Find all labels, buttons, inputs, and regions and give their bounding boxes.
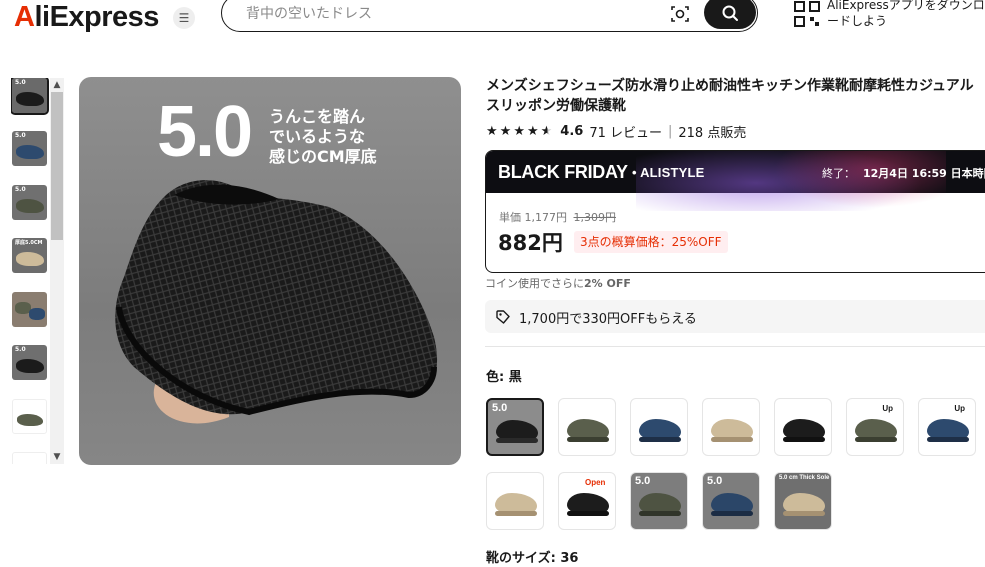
color-swatch-beige[interactable]	[702, 398, 760, 456]
color-swatch-olive[interactable]	[558, 398, 616, 456]
black-friday-promo: BLACK FRIDAY • ALISTYLE 終了： 12月4日 16:59 日…	[485, 150, 985, 273]
thumbnail-8[interactable]	[12, 452, 47, 464]
shoe-illustration	[115, 180, 438, 424]
shoe-sole	[711, 437, 753, 442]
shoe-sole	[855, 437, 897, 442]
rating-stars: ★ ★ ★ ★ ★	[486, 125, 552, 138]
color-swatch-navy[interactable]	[630, 398, 688, 456]
search-button[interactable]	[704, 0, 756, 29]
coupon-offer[interactable]: 1,700円で330円OFFもらえる	[485, 300, 985, 333]
coin-discount: コイン使用でさらに2% OFF	[485, 277, 631, 290]
bulk-discount-badge: 3点の概算価格：25%OFF	[574, 231, 728, 253]
color-label: 色: 黒	[486, 370, 522, 385]
shoe-sole	[639, 511, 681, 516]
unit-price: 単価 1,177円 1,309円	[499, 211, 616, 224]
thumbnail-label: 5.0	[15, 346, 26, 353]
shoe-sole	[496, 438, 538, 443]
thumbnail-label: 5.0	[15, 132, 26, 139]
shoe-sole	[495, 511, 537, 516]
thumbnail-label: 5.0	[15, 186, 26, 193]
divider	[485, 346, 985, 347]
star-icon: ★	[499, 123, 512, 139]
star-icon: ★	[526, 123, 539, 139]
thumbnail-6[interactable]: 5.0	[12, 345, 47, 380]
camera-search-icon[interactable]	[670, 4, 690, 24]
color-swatch-navy-up[interactable]: Up	[918, 398, 976, 456]
search-icon	[722, 5, 738, 21]
sold-count: 218 点販売	[678, 125, 747, 141]
color-swatch-beige-5.0[interactable]: 5.0 cm Thick Sole	[774, 472, 832, 530]
thumbnail-scrollbar[interactable]: ▲ ▼	[50, 78, 64, 464]
promo-banner: BLACK FRIDAY • ALISTYLE 終了： 12月4日 16:59 日…	[486, 151, 985, 211]
thumbnail-7[interactable]	[12, 399, 47, 434]
separator: |	[668, 123, 673, 139]
thumbnail-label: 5.0	[15, 79, 26, 86]
product-title: メンズシェフシューズ防水滑り止め耐油性キッチン作業靴耐摩耗性カジュアルスリッポン…	[486, 78, 974, 114]
color-swatch-black-open[interactable]: Open	[558, 472, 616, 530]
rating-row: ★ ★ ★ ★ ★ 4.6 71 レビュー | 218 点販売	[486, 122, 747, 141]
search-bar	[221, 0, 758, 32]
qr-code-icon[interactable]	[794, 1, 820, 27]
star-icon: ★	[486, 123, 498, 139]
menu-icon: ☰	[178, 11, 190, 25]
thumbnail-2[interactable]: 5.0	[12, 131, 47, 166]
current-price: 882円	[498, 231, 563, 255]
app-download-link[interactable]: AliExpressアプリをダウンロードしよう	[827, 0, 985, 29]
shoe-sole	[711, 511, 753, 516]
thumbnail-label: 厚底5.0CM	[15, 240, 43, 246]
star-icon: ★	[513, 123, 525, 139]
swatch-tag: 5.0 cm Thick Sole	[779, 475, 830, 481]
rating-score: 4.6	[560, 123, 584, 139]
swatch-tag: 5.0	[492, 402, 508, 414]
shoe-sole	[783, 511, 825, 516]
swatch-tag: Open	[585, 478, 606, 487]
coupon-tag-icon	[496, 310, 510, 324]
size-label: 靴のサイズ: 36	[486, 551, 579, 566]
color-swatch-olive-up[interactable]: Up	[846, 398, 904, 456]
thumbnail-3[interactable]: 5.0	[12, 185, 47, 220]
color-swatch-olive-5.0[interactable]: 5.0	[630, 472, 688, 530]
color-swatch-navy-5.0[interactable]: 5.0	[702, 472, 760, 530]
scroll-down-icon[interactable]: ▼	[52, 452, 62, 462]
thumbnail-4[interactable]: 厚底5.0CM	[12, 238, 47, 273]
shoe-sole	[567, 437, 609, 442]
review-count[interactable]: 71 レビュー	[589, 122, 662, 141]
color-swatch-black[interactable]	[774, 398, 832, 456]
swatch-tag: Up	[954, 404, 965, 413]
shoe-sole	[567, 511, 609, 516]
color-swatch-beige-2[interactable]	[486, 472, 544, 530]
scrollbar-thumb[interactable]	[51, 92, 63, 240]
coupon-text: 1,700円で330円OFFもらえる	[519, 312, 697, 327]
thumbnail-1[interactable]: 5.0	[11, 78, 49, 115]
menu-button[interactable]: ☰	[173, 7, 195, 29]
shoe-sole	[927, 437, 969, 442]
thumbnail-5[interactable]	[12, 292, 47, 327]
main-product-image[interactable]: 5.0 うんこを踏ん でいるような 感じのCM厚底	[79, 77, 461, 465]
event-brand: • ALISTYLE	[632, 165, 705, 180]
color-swatch-black-5.0[interactable]: 5.0	[486, 398, 544, 456]
aliexpress-logo[interactable]: AliExpress	[14, 0, 159, 34]
swatch-tag: 5.0	[707, 475, 723, 487]
thumbnail-list: 5.0 5.0 5.0 厚底5.0CM 5.0	[11, 78, 49, 464]
scroll-up-icon[interactable]: ▲	[52, 80, 62, 90]
star-half-icon: ★	[540, 123, 553, 139]
event-title: BLACK FRIDAY	[498, 162, 628, 182]
shoe-sole	[783, 437, 825, 442]
swatch-tag: Up	[882, 404, 893, 413]
swatch-tag: 5.0	[635, 475, 651, 487]
shoe-sole	[639, 437, 681, 442]
event-end: 終了： 12月4日 16:59 日本時間	[822, 167, 985, 180]
search-input[interactable]	[246, 3, 666, 25]
